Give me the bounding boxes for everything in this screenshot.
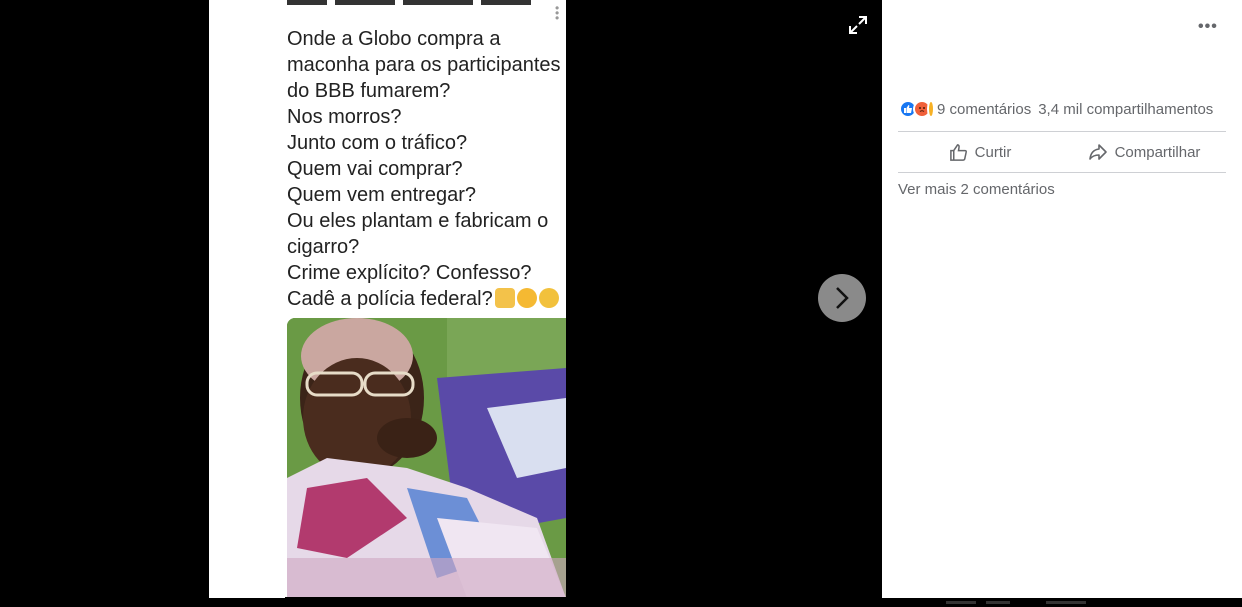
- see-more-comments-link[interactable]: Ver mais 2 comentários: [898, 181, 1055, 198]
- share-label: Compartilhar: [1114, 143, 1201, 161]
- person-photo-image: [287, 318, 566, 598]
- cut-off-comment: [946, 593, 1116, 607]
- post-line: Quem vem entregar?: [287, 184, 476, 206]
- kebab-menu-icon: • • •: [555, 1, 560, 25]
- like-label: Curtir: [974, 143, 1012, 161]
- reactions-summary[interactable]: [899, 100, 935, 118]
- next-photo-button[interactable]: [818, 274, 866, 322]
- post-line: Junto com o tráfico?: [287, 132, 468, 154]
- shares-count[interactable]: 3,4 mil compartilhamentos: [1038, 101, 1213, 118]
- man-shrugging-emoji-icon: [494, 288, 515, 308]
- photo-viewer: • • • Onde a Globo compra a maconha para o…: [0, 0, 882, 600]
- care-reaction-icon: [927, 100, 935, 118]
- post-line-last: Cadê a polícia federal?: [287, 286, 566, 312]
- post-line: Cadê a polícia federal?: [287, 288, 493, 310]
- divider: [898, 131, 1226, 132]
- more-options-icon[interactable]: •••: [1198, 18, 1218, 36]
- post-text: Onde a Globo compra a maconha para os pa…: [287, 26, 566, 312]
- post-line: Crime explícito? Confesso?: [287, 262, 532, 284]
- like-button[interactable]: Curtir: [898, 133, 1062, 171]
- cut-off-top-text: [287, 0, 547, 12]
- post-line: Nos morros?: [287, 106, 402, 128]
- share-button[interactable]: Compartilhar: [1062, 133, 1226, 171]
- thumbs-up-icon: [949, 143, 967, 161]
- reaction-stats: 9 comentários 3,4 mil compartilhamentos: [899, 100, 1213, 118]
- thinking-face-emoji-icon: [516, 288, 537, 308]
- share-arrow-icon: [1088, 144, 1107, 160]
- post-line: Quem vai comprar?: [287, 158, 463, 180]
- post-line: maconha para os participantes: [287, 54, 561, 76]
- post-photo: • • • Onde a Globo compra a maconha para o…: [209, 0, 566, 598]
- post-line: do BBB fumarem?: [287, 80, 451, 102]
- divider: [898, 172, 1226, 173]
- comments-count[interactable]: 9 comentários: [937, 101, 1031, 118]
- post-line: Ou eles plantam e fabricam o: [287, 210, 549, 232]
- post-line: cigarro?: [287, 236, 360, 258]
- post-actions: Curtir Compartilhar: [898, 133, 1226, 171]
- post-sidebar: ••• 9 comentários 3,4 mil compartilhamen…: [882, 0, 1242, 604]
- post-line: Onde a Globo compra a: [287, 28, 501, 50]
- chevron-right-icon: [836, 287, 849, 309]
- fullscreen-icon[interactable]: [848, 15, 868, 35]
- face-with-monocle-emoji-icon: [538, 288, 559, 308]
